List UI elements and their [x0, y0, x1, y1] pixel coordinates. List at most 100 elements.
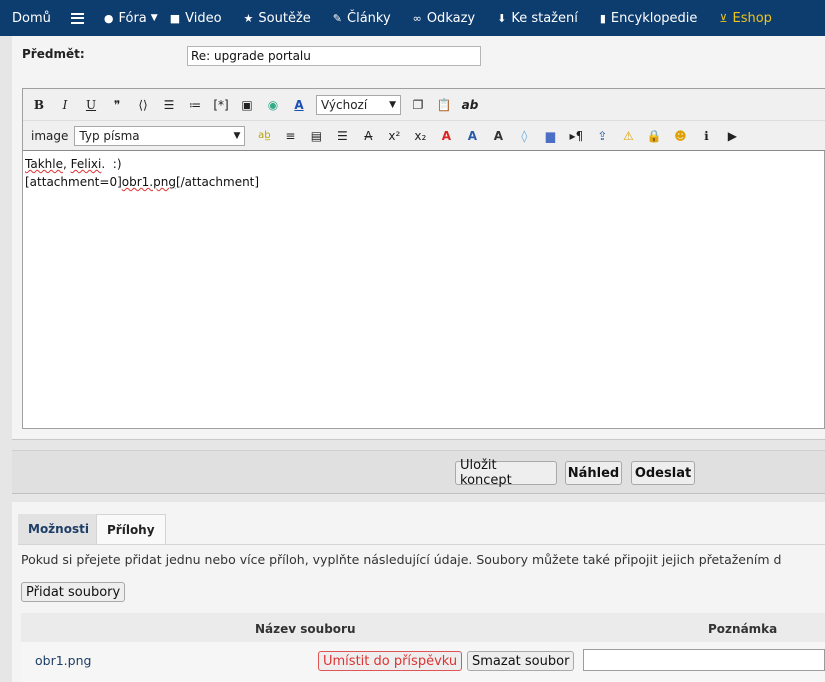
save-draft-button[interactable]: Uložit koncept: [455, 458, 557, 488]
image-icon[interactable]: ▣: [234, 93, 260, 117]
font-color-icon[interactable]: A: [286, 93, 312, 117]
chevron-down-icon: ▼: [150, 13, 158, 23]
lock-icon[interactable]: 🔒: [641, 124, 667, 148]
nav-contests-label: Soutěže: [258, 10, 311, 26]
nav-forums[interactable]: ● Fóra ▼: [90, 0, 164, 36]
message-text: [/attachment]: [175, 175, 260, 189]
attachments-info: Pokud si přejete přidat jednu nebo více …: [21, 552, 782, 567]
chat-icon: ●: [103, 11, 114, 25]
subscript-icon[interactable]: x₂: [407, 124, 433, 148]
preview-button[interactable]: Náhled: [565, 461, 622, 485]
message-textarea[interactable]: Takhle, Felixi. :) [attachment=0]obr1.pn…: [23, 151, 824, 428]
compose-panel: Předmět: B I U ❞ ⟨⟩ ☰ ≔ [*] ▣ ◉ A Výchoz…: [12, 36, 825, 440]
nav-encyclopedia[interactable]: ▮ Encyklopedie: [584, 0, 704, 36]
message-text: . :): [101, 157, 122, 171]
editor-toolbar-primary: B I U ❞ ⟨⟩ ☰ ≔ [*] ▣ ◉ A Výchozí ▼ ❐ 📋 ab: [23, 89, 825, 121]
justify-icon[interactable]: ▤: [303, 124, 329, 148]
spellcheck-icon[interactable]: ab: [457, 93, 483, 117]
top-navigation: Domů ● Fóra ▼ ■ Video ★ Soutěže ✎ Články ∞ Odk…: [0, 0, 825, 36]
place-inline-button[interactable]: Umístit do příspěvku: [318, 651, 463, 671]
font-size-select[interactable]: Výchozí ▼: [316, 94, 401, 115]
align-right-icon[interactable]: ☰: [329, 124, 355, 148]
message-word: obr1.png: [121, 175, 176, 189]
nav-home-label: Domů: [12, 10, 51, 26]
list-item-icon[interactable]: [*]: [208, 93, 234, 117]
submit-button[interactable]: Odeslat: [631, 461, 695, 485]
nav-contests[interactable]: ★ Soutěže: [228, 0, 317, 36]
font-size-value: Výchozí: [321, 97, 368, 112]
message-line-1: Takhle, Felixi. :): [25, 155, 822, 173]
bullet-list-icon[interactable]: ☰: [156, 93, 182, 117]
copy-icon[interactable]: ❐: [405, 93, 431, 117]
submit-bar: Uložit koncept Náhled Odeslat: [12, 450, 825, 494]
nav-eshop-label: Eshop: [732, 10, 772, 26]
nav-articles-label: Články: [347, 10, 391, 26]
message-word: Felixi: [70, 157, 102, 171]
attachments-table-header: Název souboru Poznámka: [21, 613, 825, 642]
drop-icon[interactable]: ◊: [511, 124, 537, 148]
superscript-icon[interactable]: x²: [381, 124, 407, 148]
nav-menu[interactable]: [57, 0, 90, 36]
nav-downloads[interactable]: ⬇ Ke stažení: [481, 0, 584, 36]
link-icon: ∞: [412, 11, 422, 25]
highlight-icon[interactable]: ab̲: [251, 124, 277, 148]
tab-options[interactable]: Možnosti: [18, 514, 99, 544]
url-globe-icon[interactable]: ◉: [260, 93, 286, 117]
numbered-list-icon[interactable]: ≔: [182, 93, 208, 117]
direction-icon[interactable]: ▸¶: [563, 124, 589, 148]
pencil-icon: ✎: [332, 11, 342, 25]
warning-icon[interactable]: ⚠: [615, 124, 641, 148]
editor-toolbar-secondary: image Typ písma ▼ ab̲ ≡ ▤ ☰ A x² x₂ A A A…: [23, 121, 825, 151]
dropdown-arrow-icon: ▼: [389, 99, 396, 110]
nav-links[interactable]: ∞ Odkazy: [397, 0, 481, 36]
cart-icon: ⊻: [719, 11, 728, 25]
book-icon: ▮: [599, 11, 606, 25]
table-row: obr1.png Umístit do příspěvku Smazat sou…: [21, 642, 825, 682]
nav-video-label: Video: [185, 10, 222, 26]
menu-icon: [70, 12, 84, 24]
red-outline-a-icon[interactable]: A: [433, 124, 459, 148]
delete-file-button[interactable]: Smazat soubor: [467, 651, 575, 671]
paste-icon[interactable]: 📋: [431, 93, 457, 117]
shadow-a-icon[interactable]: A: [459, 124, 485, 148]
info-icon[interactable]: ℹ: [693, 124, 719, 148]
code-icon[interactable]: ⟨⟩: [130, 93, 156, 117]
tab-attachments[interactable]: Přílohy: [96, 514, 166, 544]
attachments-panel: Možnosti Přílohy Pokud si přejete přidat…: [12, 502, 825, 682]
video-camera-icon: ■: [169, 11, 181, 25]
nav-video[interactable]: ■ Video: [164, 0, 228, 36]
glow-a-icon[interactable]: A: [485, 124, 511, 148]
nav-home[interactable]: Domů: [0, 0, 57, 36]
nav-encyclopedia-label: Encyklopedie: [610, 10, 698, 26]
message-text: [attachment=0]: [25, 175, 122, 189]
dropdown-arrow-icon: ▼: [233, 130, 241, 141]
nav-eshop[interactable]: ⊻ Eshop: [703, 0, 778, 36]
font-family-select[interactable]: Typ písma ▼: [74, 125, 246, 146]
image-label: image: [31, 128, 69, 143]
message-text: ,: [62, 157, 71, 171]
add-files-button[interactable]: Přidat soubory: [21, 582, 126, 602]
col-filename: Název souboru: [255, 622, 356, 636]
nav-links-label: Odkazy: [426, 10, 476, 26]
download-icon: ⬇: [497, 11, 507, 25]
message-line-2: [attachment=0]obr1.png[/attachment]: [25, 173, 822, 191]
file-name-link[interactable]: obr1.png: [35, 653, 91, 668]
upload-icon[interactable]: ⇪: [589, 124, 615, 148]
nav-downloads-label: Ke stažení: [511, 10, 578, 26]
subject-input[interactable]: [187, 46, 481, 66]
underline-button[interactable]: U: [78, 93, 104, 117]
strikethrough-icon[interactable]: A: [355, 124, 381, 148]
play-icon[interactable]: ▶: [719, 124, 745, 148]
nav-forums-label: Fóra: [118, 10, 147, 26]
italic-button[interactable]: I: [52, 93, 78, 117]
attachments-table: Název souboru Poznámka obr1.png Umístit …: [21, 613, 825, 682]
bold-button[interactable]: B: [26, 93, 52, 117]
quote-icon[interactable]: ❞: [104, 93, 130, 117]
file-note-input[interactable]: [583, 649, 825, 671]
subject-label: Předmět:: [22, 47, 85, 61]
gradient-icon[interactable]: ▆: [537, 124, 563, 148]
message-editor: B I U ❞ ⟨⟩ ☰ ≔ [*] ▣ ◉ A Výchozí ▼ ❐ 📋 ab…: [22, 88, 825, 429]
align-center-icon[interactable]: ≡: [277, 124, 303, 148]
smiley-icon[interactable]: ☻: [667, 124, 693, 148]
nav-articles[interactable]: ✎ Články: [317, 0, 397, 36]
